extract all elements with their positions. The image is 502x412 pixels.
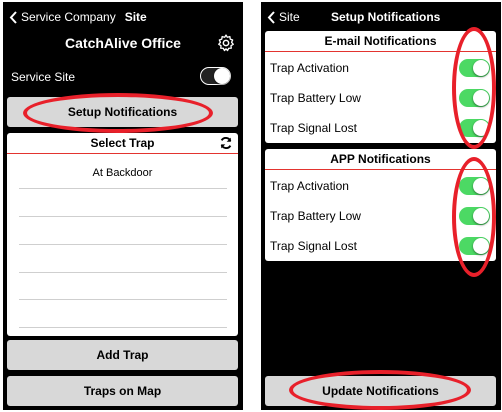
email-trap-battery-toggle[interactable] (459, 89, 490, 107)
app-trap-activation-toggle[interactable] (459, 177, 490, 195)
back-label: Site (279, 10, 300, 24)
toggle-knob (473, 120, 489, 136)
email-trap-activation-toggle[interactable] (459, 59, 490, 77)
list-divider (19, 299, 227, 300)
list-item[interactable]: At Backdoor (7, 167, 238, 179)
row-label: Trap Signal Lost (270, 239, 357, 253)
email-trap-signal-toggle[interactable] (459, 119, 490, 137)
add-trap-button[interactable]: Add Trap (7, 340, 238, 370)
setup-notifications-screen: Site Setup Notifications E-mail Notifica… (261, 2, 501, 410)
chevron-left-icon (267, 10, 275, 24)
traps-on-map-button[interactable]: Traps on Map (7, 376, 238, 406)
app-section-header: APP Notifications (265, 149, 496, 170)
gear-icon[interactable] (216, 33, 236, 53)
service-site-toggle[interactable] (200, 67, 231, 85)
page-title: Setup Notifications (331, 10, 441, 24)
list-divider (19, 327, 227, 328)
list-divider (19, 244, 227, 245)
update-notifications-button[interactable]: Update Notifications (265, 376, 496, 406)
back-button[interactable]: Site (267, 10, 300, 24)
chevron-left-icon (9, 10, 17, 24)
email-trap-signal-row: Trap Signal Lost (265, 113, 496, 143)
email-notifications-panel: E-mail Notifications Trap Activation Tra… (265, 31, 496, 143)
row-label: Trap Battery Low (270, 91, 361, 105)
toggle-knob (473, 90, 489, 106)
page-title: CatchAlive Office (65, 35, 181, 51)
app-trap-battery-row: Trap Battery Low (265, 201, 496, 231)
service-site-label: Service Site (11, 70, 76, 84)
toggle-knob (473, 208, 489, 224)
back-button[interactable]: Service Company Site (9, 10, 147, 24)
row-label: Trap Activation (270, 61, 349, 75)
select-trap-header: Select Trap (7, 133, 238, 154)
toggle-knob (214, 68, 230, 84)
nav-context: Site (124, 10, 147, 24)
app-trap-signal-row: Trap Signal Lost (265, 231, 496, 261)
email-trap-activation-row: Trap Activation (265, 53, 496, 83)
app-notifications-panel: APP Notifications Trap Activation Trap B… (265, 149, 496, 261)
app-trap-signal-toggle[interactable] (459, 237, 490, 255)
setup-notifications-button[interactable]: Setup Notifications (7, 97, 238, 127)
select-trap-panel: Select Trap At Backdoor (7, 133, 238, 336)
refresh-icon[interactable] (219, 136, 233, 150)
toggle-knob (473, 60, 489, 76)
list-divider (19, 216, 227, 217)
toggle-knob (473, 178, 489, 194)
back-label: Service Company (21, 10, 116, 24)
row-label: Trap Activation (270, 179, 349, 193)
select-trap-title: Select Trap (90, 136, 155, 150)
email-section-header: E-mail Notifications (265, 31, 496, 52)
app-trap-battery-toggle[interactable] (459, 207, 490, 225)
row-label: Trap Battery Low (270, 209, 361, 223)
row-label: Trap Signal Lost (270, 121, 357, 135)
site-screen: Service Company Site CatchAlive Office S… (3, 2, 243, 410)
app-trap-activation-row: Trap Activation (265, 171, 496, 201)
list-divider (19, 188, 227, 189)
list-divider (19, 272, 227, 273)
toggle-knob (473, 238, 489, 254)
email-trap-battery-row: Trap Battery Low (265, 83, 496, 113)
